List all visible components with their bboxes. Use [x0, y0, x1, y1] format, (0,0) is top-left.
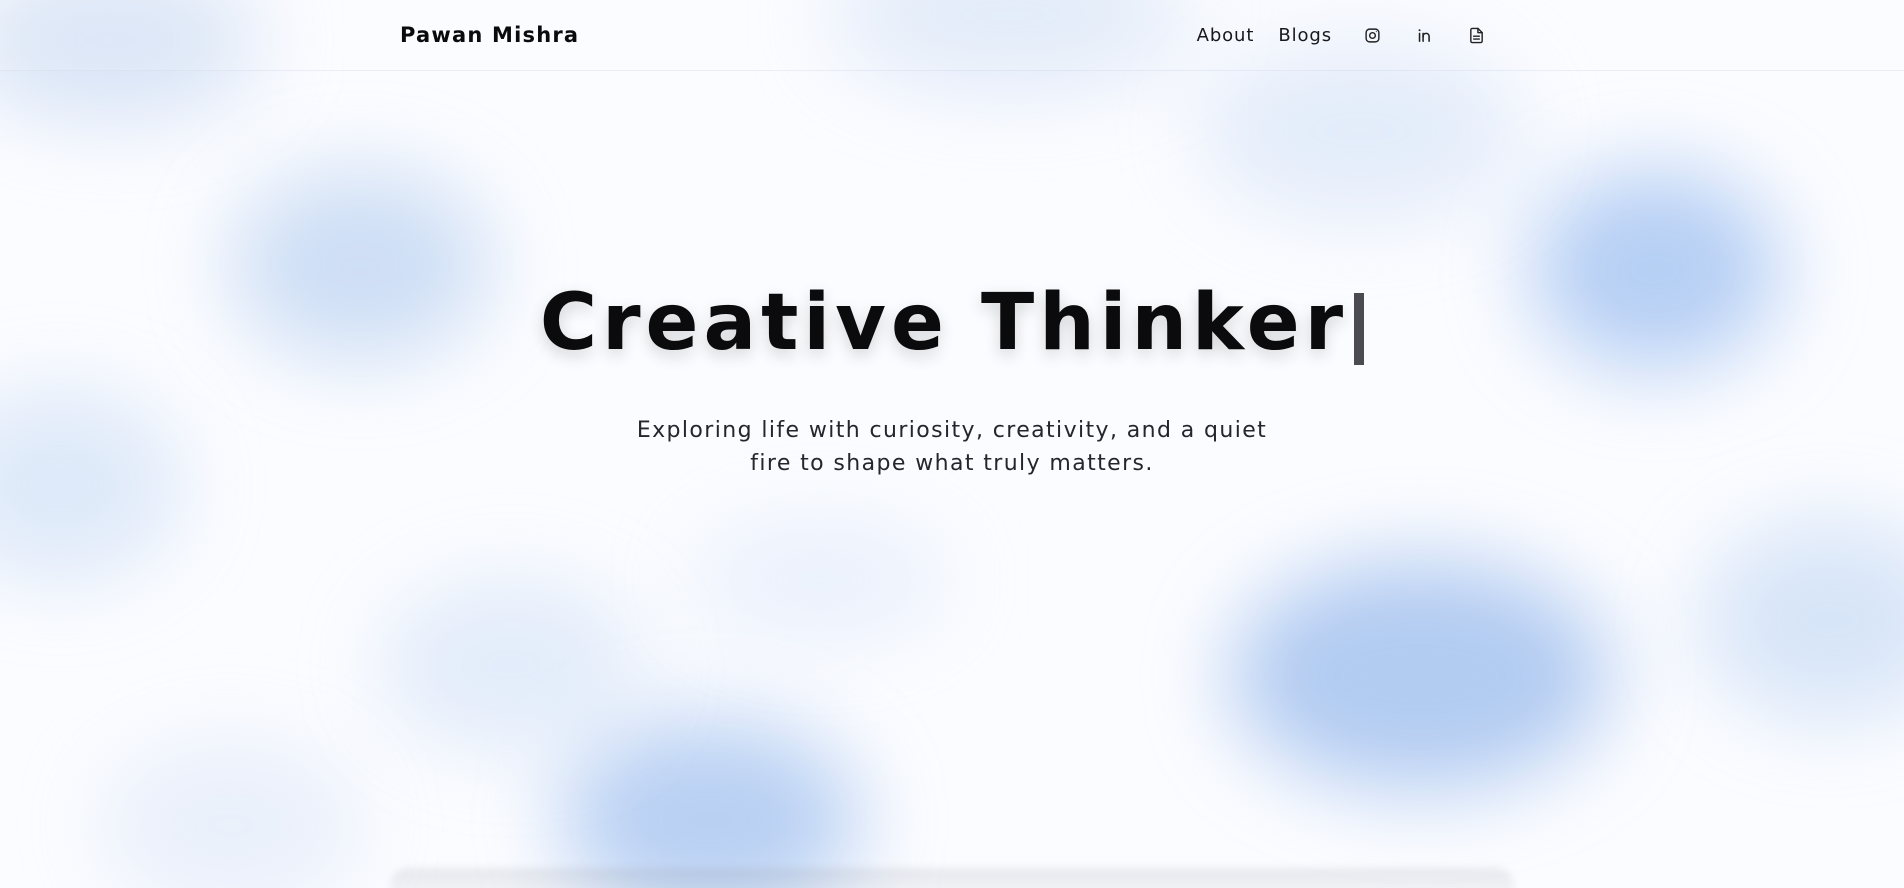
nav-about-link[interactable]: About: [1197, 25, 1255, 46]
document-icon: [1469, 27, 1483, 43]
hero-headline: Creative Thinker: [539, 278, 1365, 368]
resume-link[interactable]: [1464, 23, 1488, 47]
site-header: Pawan Mishra About Blogs: [0, 0, 1904, 71]
bottom-panel-shadow: [390, 868, 1514, 888]
hero-section: Creative Thinker Exploring life with cur…: [0, 0, 1904, 888]
linkedin-link[interactable]: [1412, 23, 1436, 47]
linkedin-icon: [1418, 28, 1430, 42]
header-container: Pawan Mishra About Blogs: [400, 0, 1504, 70]
hero-headline-text: Creative Thinker: [539, 278, 1349, 368]
brand-logo[interactable]: Pawan Mishra: [400, 23, 579, 47]
page-root: Pawan Mishra About Blogs Creative Thinke…: [0, 0, 1904, 888]
instagram-link[interactable]: [1360, 23, 1384, 47]
nav-blogs-link[interactable]: Blogs: [1278, 25, 1332, 46]
main-nav: About Blogs: [1197, 25, 1332, 46]
hero-subtitle: Exploring life with curiosity, creativit…: [636, 418, 1268, 476]
typing-cursor: [1354, 293, 1365, 365]
header-right: About Blogs: [1197, 23, 1488, 47]
instagram-icon: [1364, 27, 1380, 43]
social-links: [1360, 23, 1488, 47]
